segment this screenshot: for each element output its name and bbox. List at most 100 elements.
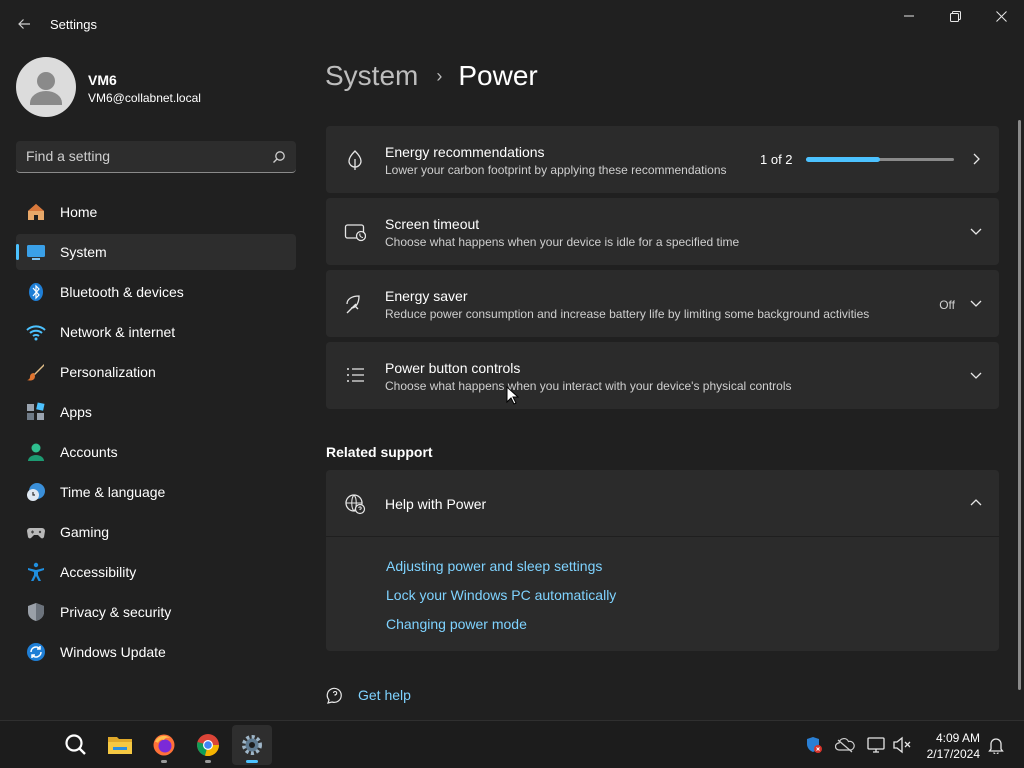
taskbar-search-button[interactable]: [56, 725, 96, 765]
sidebar-item-label: Home: [60, 204, 98, 220]
help-link[interactable]: Changing power mode: [386, 616, 616, 632]
help-links: Adjusting power and sleep settings Lock …: [386, 558, 616, 645]
sidebar-item-label: Apps: [60, 404, 92, 420]
sidebar-item-accessibility[interactable]: Accessibility: [16, 554, 296, 590]
active-indicator: [246, 760, 258, 763]
chevron-right-icon: ›: [436, 65, 443, 86]
taskbar-file-explorer[interactable]: [100, 725, 140, 765]
search-icon: [65, 734, 86, 755]
defender-icon: [807, 737, 822, 753]
tray-volume[interactable]: [892, 735, 912, 755]
running-indicator: [161, 760, 167, 763]
close-icon: [995, 10, 1007, 22]
sidebar-item-privacy-security[interactable]: Privacy & security: [16, 594, 296, 630]
sidebar-item-time-language[interactable]: Time & language: [16, 474, 296, 510]
tray-network[interactable]: [866, 735, 886, 755]
get-help-icon: [326, 687, 342, 704]
sidebar-item-label: System: [60, 244, 107, 260]
restore-button[interactable]: [932, 0, 978, 32]
related-support-heading: Related support: [326, 444, 433, 460]
taskbar: 4:09 AM 2/17/2024: [0, 720, 1024, 768]
chevron-down-icon[interactable]: [969, 296, 983, 310]
screen-timeout-card[interactable]: Screen timeout Choose what happens when …: [326, 198, 999, 265]
sidebar-nav: Home System Bluetooth & devices Network …: [16, 194, 296, 674]
help-link[interactable]: Lock your Windows PC automatically: [386, 587, 616, 603]
back-button[interactable]: [8, 8, 40, 40]
energy-recommendations-card[interactable]: Energy recommendations Lower your carbon…: [326, 126, 999, 193]
network-icon: [867, 737, 885, 753]
energy-saver-card[interactable]: Energy saver Reduce power consumption an…: [326, 270, 999, 337]
taskbar-clock[interactable]: 4:09 AM 2/17/2024: [918, 730, 980, 762]
sidebar-item-personalization[interactable]: Personalization: [16, 354, 296, 390]
taskbar-firefox[interactable]: [144, 725, 184, 765]
tray-notifications[interactable]: [986, 735, 1006, 755]
sidebar-item-label: Time & language: [60, 484, 166, 500]
taskbar-chrome[interactable]: [188, 725, 228, 765]
sidebar-item-bluetooth[interactable]: Bluetooth & devices: [16, 274, 296, 310]
card-description: Lower your carbon footprint by applying …: [385, 163, 727, 177]
chevron-down-icon[interactable]: [969, 224, 983, 238]
card-title: Energy saver: [385, 288, 468, 304]
home-icon: [26, 202, 46, 222]
scrollbar[interactable]: [1018, 120, 1021, 690]
search-box[interactable]: Find a setting: [16, 141, 296, 173]
tray-onedrive[interactable]: [835, 735, 855, 755]
search-input[interactable]: Find a setting: [26, 148, 110, 164]
sidebar-item-accounts[interactable]: Accounts: [16, 434, 296, 470]
chrome-icon: [197, 734, 220, 757]
chevron-up-icon[interactable]: [969, 496, 983, 510]
card-title: Screen timeout: [385, 216, 480, 232]
sidebar-item-windows-update[interactable]: Windows Update: [16, 634, 296, 670]
sidebar-item-home[interactable]: Home: [16, 194, 296, 230]
sidebar-item-label: Windows Update: [60, 644, 166, 660]
mouse-cursor-icon: [506, 386, 520, 405]
firefox-icon: [153, 734, 175, 756]
update-icon: [26, 642, 46, 662]
sidebar-item-label: Gaming: [60, 524, 110, 540]
brush-icon: [26, 362, 46, 382]
list-settings-icon: [347, 368, 364, 382]
close-button[interactable]: [978, 0, 1024, 32]
card-description: Reduce power consumption and increase ba…: [385, 307, 870, 321]
get-help-label: Get help: [358, 687, 411, 703]
sidebar-item-gaming[interactable]: Gaming: [16, 514, 296, 550]
card-title: Energy recommendations: [385, 144, 545, 160]
tray-defender[interactable]: [804, 735, 824, 755]
search-icon: [273, 151, 285, 163]
sidebar-item-apps[interactable]: Apps: [16, 394, 296, 430]
sidebar-item-system[interactable]: System: [16, 234, 296, 270]
clock-globe-icon: [26, 482, 46, 502]
help-with-power-title: Help with Power: [385, 496, 487, 512]
notification-bell-icon: [988, 738, 1004, 754]
help-link[interactable]: Adjusting power and sleep settings: [386, 558, 616, 574]
power-button-controls-card[interactable]: Power button controls Choose what happen…: [326, 342, 999, 409]
wifi-icon: [26, 322, 46, 342]
window-title: Settings: [50, 17, 97, 32]
onedrive-icon: [835, 738, 855, 753]
accounts-icon: [26, 442, 46, 462]
clock-date: 2/17/2024: [926, 747, 980, 761]
minimize-icon: [904, 15, 914, 17]
chevron-down-icon[interactable]: [969, 368, 983, 382]
user-email: VM6@collabnet.local: [88, 91, 201, 105]
user-profile[interactable]: VM6 VM6@collabnet.local: [16, 57, 296, 117]
running-indicator: [205, 760, 211, 763]
volume-muted-icon: [893, 736, 911, 754]
minimize-button[interactable]: [886, 0, 932, 32]
system-icon: [26, 242, 46, 262]
help-with-power-header[interactable]: Help with Power: [326, 470, 999, 537]
progress-label: 1 of 2: [760, 152, 793, 167]
card-description: Choose what happens when your device is …: [385, 235, 740, 249]
progress-bar-fill: [806, 157, 880, 162]
sidebar-item-label: Bluetooth & devices: [60, 284, 184, 300]
help-with-power-card: Help with Power Adjusting power and slee…: [326, 470, 999, 651]
sidebar-item-network[interactable]: Network & internet: [16, 314, 296, 350]
settings-icon: [242, 735, 262, 755]
sidebar-item-label: Network & internet: [60, 324, 176, 340]
monitor-sleep-icon: [344, 224, 366, 242]
breadcrumb-parent[interactable]: System: [325, 60, 418, 92]
sidebar-item-label: Accounts: [60, 444, 118, 460]
get-help-link[interactable]: Get help: [326, 686, 411, 704]
taskbar-settings[interactable]: [232, 725, 272, 765]
accessibility-icon: [26, 562, 46, 582]
